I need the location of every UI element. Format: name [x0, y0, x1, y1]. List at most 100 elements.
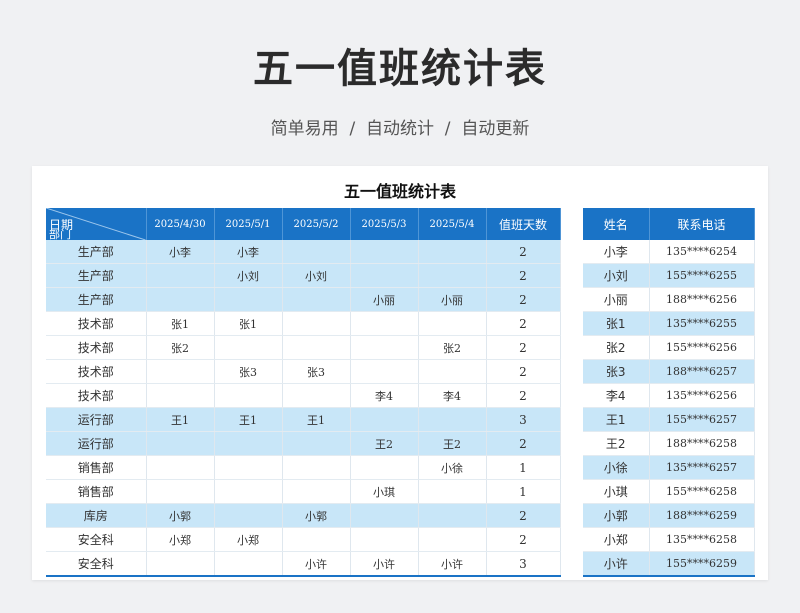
duty-cell[interactable]	[282, 527, 351, 552]
duty-cell[interactable]	[214, 503, 283, 528]
duty-cell[interactable]: 小李	[146, 240, 215, 264]
duty-cell[interactable]	[350, 503, 419, 528]
date-header-cell[interactable]: 2025/4/30	[146, 208, 215, 240]
contact-phone-cell[interactable]: 155****6257	[649, 407, 755, 432]
duty-cell[interactable]	[418, 407, 487, 432]
dept-cell[interactable]: 库房	[46, 503, 147, 528]
duty-cell[interactable]	[282, 311, 351, 336]
duty-cell[interactable]	[146, 287, 215, 312]
duty-cell[interactable]: 小丽	[418, 287, 487, 312]
duty-cell[interactable]	[146, 551, 215, 577]
duty-cell[interactable]	[282, 455, 351, 480]
contact-name-cell[interactable]: 张1	[583, 311, 650, 336]
duty-cell[interactable]: 张2	[418, 335, 487, 360]
contact-name-cell[interactable]: 小丽	[583, 287, 650, 312]
dept-cell[interactable]: 安全科	[46, 551, 147, 577]
contact-phone-cell[interactable]: 188****6258	[649, 431, 755, 456]
duty-cell[interactable]	[146, 383, 215, 408]
name-header-cell[interactable]: 姓名	[583, 208, 650, 240]
duty-cell[interactable]: 张2	[146, 335, 215, 360]
duty-cell[interactable]	[282, 479, 351, 504]
corner-header-cell[interactable]: 日期 部门	[46, 208, 147, 240]
contact-phone-cell[interactable]: 155****6259	[649, 551, 755, 577]
duty-cell[interactable]	[282, 335, 351, 360]
contact-name-cell[interactable]: 小郭	[583, 503, 650, 528]
duty-days-cell[interactable]: 1	[486, 479, 561, 504]
duty-days-cell[interactable]: 2	[486, 287, 561, 312]
duty-cell[interactable]	[418, 527, 487, 552]
contact-name-cell[interactable]: 小李	[583, 240, 650, 264]
duty-days-cell[interactable]: 2	[486, 527, 561, 552]
date-header-cell[interactable]: 2025/5/3	[350, 208, 419, 240]
duty-cell[interactable]: 王2	[350, 431, 419, 456]
duty-cell[interactable]	[350, 240, 419, 264]
contact-phone-cell[interactable]: 188****6257	[649, 359, 755, 384]
duty-cell[interactable]: 王1	[214, 407, 283, 432]
contact-phone-cell[interactable]: 135****6255	[649, 311, 755, 336]
duty-days-cell[interactable]: 2	[486, 431, 561, 456]
duty-cell[interactable]: 王1	[146, 407, 215, 432]
duty-days-cell[interactable]: 2	[486, 503, 561, 528]
duty-cell[interactable]	[350, 311, 419, 336]
duty-cell[interactable]: 王2	[418, 431, 487, 456]
duty-cell[interactable]	[350, 407, 419, 432]
duty-cell[interactable]	[214, 479, 283, 504]
dept-cell[interactable]: 生产部	[46, 263, 147, 288]
duty-cell[interactable]: 张1	[214, 311, 283, 336]
duty-cell[interactable]	[214, 335, 283, 360]
duty-days-cell[interactable]: 3	[486, 551, 561, 577]
duty-cell[interactable]: 小郭	[146, 503, 215, 528]
contact-phone-cell[interactable]: 155****6258	[649, 479, 755, 504]
duty-cell[interactable]	[418, 263, 487, 288]
duty-cell[interactable]	[350, 335, 419, 360]
duty-cell[interactable]	[214, 287, 283, 312]
duty-days-cell[interactable]: 2	[486, 383, 561, 408]
contact-phone-cell[interactable]: 135****6258	[649, 527, 755, 552]
contact-phone-cell[interactable]: 135****6254	[649, 240, 755, 264]
duty-days-cell[interactable]: 3	[486, 407, 561, 432]
duty-cell[interactable]	[282, 287, 351, 312]
contact-name-cell[interactable]: 张2	[583, 335, 650, 360]
duty-cell[interactable]	[146, 263, 215, 288]
dept-cell[interactable]: 技术部	[46, 311, 147, 336]
duty-cell[interactable]	[214, 383, 283, 408]
duty-cell[interactable]: 小琪	[350, 479, 419, 504]
contact-phone-cell[interactable]: 155****6256	[649, 335, 755, 360]
contact-phone-cell[interactable]: 155****6255	[649, 263, 755, 288]
duty-cell[interactable]	[214, 455, 283, 480]
duty-cell[interactable]: 小李	[214, 240, 283, 264]
contact-name-cell[interactable]: 王1	[583, 407, 650, 432]
dept-cell[interactable]: 技术部	[46, 359, 147, 384]
duty-cell[interactable]	[350, 455, 419, 480]
contact-name-cell[interactable]: 小刘	[583, 263, 650, 288]
contact-name-cell[interactable]: 李4	[583, 383, 650, 408]
duty-cell[interactable]	[418, 479, 487, 504]
contact-phone-cell[interactable]: 135****6257	[649, 455, 755, 480]
dept-cell[interactable]: 生产部	[46, 287, 147, 312]
contact-name-cell[interactable]: 小郑	[583, 527, 650, 552]
duty-cell[interactable]: 小许	[418, 551, 487, 577]
duty-cell[interactable]	[350, 527, 419, 552]
duty-cell[interactable]: 张1	[146, 311, 215, 336]
duty-cell[interactable]	[146, 359, 215, 384]
dept-cell[interactable]: 销售部	[46, 479, 147, 504]
duty-days-cell[interactable]: 1	[486, 455, 561, 480]
contact-phone-cell[interactable]: 188****6259	[649, 503, 755, 528]
duty-cell[interactable]	[146, 455, 215, 480]
contact-name-cell[interactable]: 小徐	[583, 455, 650, 480]
duty-cell[interactable]: 小刘	[214, 263, 283, 288]
duty-cell[interactable]	[214, 431, 283, 456]
contact-phone-cell[interactable]: 135****6256	[649, 383, 755, 408]
duty-cell[interactable]	[418, 240, 487, 264]
contact-name-cell[interactable]: 小琪	[583, 479, 650, 504]
duty-days-cell[interactable]: 2	[486, 335, 561, 360]
duty-cell[interactable]: 小丽	[350, 287, 419, 312]
contact-name-cell[interactable]: 小许	[583, 551, 650, 577]
duty-cell[interactable]	[418, 311, 487, 336]
contact-name-cell[interactable]: 张3	[583, 359, 650, 384]
duty-cell[interactable]: 小郭	[282, 503, 351, 528]
dept-cell[interactable]: 销售部	[46, 455, 147, 480]
duty-cell[interactable]: 小刘	[282, 263, 351, 288]
duty-days-header-cell[interactable]: 值班天数	[486, 208, 561, 240]
duty-cell[interactable]: 李4	[418, 383, 487, 408]
